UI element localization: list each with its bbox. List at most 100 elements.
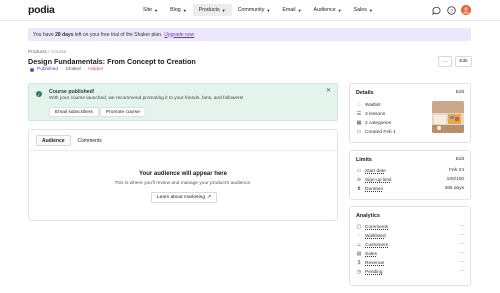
tab-bar: Audience Comments [36, 135, 107, 146]
audience-card: Audience Comments Your audience will app… [28, 129, 338, 221]
chevron-down-icon: ▼ [266, 7, 271, 13]
analytics-label: Waitlisted [365, 233, 386, 239]
chevron-down-icon: ▼ [182, 7, 187, 13]
limit-label: Duration [365, 186, 384, 192]
podia-logo[interactable]: podia [28, 4, 55, 16]
trial-banner: You have 28 days left on your free trial… [28, 28, 471, 41]
details-card: Details Edit ◌ Waitlist ☰ 3 lessons ▦ 2 cat… [349, 83, 471, 143]
nav-audience[interactable]: Audience ▼ [308, 4, 348, 16]
nav-products[interactable]: Products ▼ [192, 4, 232, 16]
avatar[interactable] [461, 5, 471, 15]
nav-sales[interactable]: Sales ▼ [348, 4, 379, 16]
limit-row-duration[interactable]: ⧗ Duration [356, 186, 383, 192]
empty-state-subtitle: This is where you'll review and manage y… [114, 181, 252, 186]
nav-blog-label: Blog [170, 7, 181, 13]
analytics-value: — [459, 269, 464, 274]
chevron-down-icon: ▼ [297, 7, 302, 13]
detail-row-waitlist: ◌ Waitlist [356, 102, 381, 108]
help-icon[interactable]: ? [446, 5, 456, 15]
trial-days: 28 days [55, 31, 74, 38]
limit-value: 365 days [444, 186, 464, 191]
nav-community[interactable]: Community ▼ [232, 4, 277, 16]
main-menu: Site ▼ Blog ▼ Products ▼ Community ▼ Email ▼ … [137, 4, 379, 16]
chat-icon[interactable] [431, 5, 441, 15]
close-icon[interactable]: ✕ [326, 87, 331, 94]
analytics-row-sales[interactable]: ▤ Sales [356, 251, 377, 257]
edit-product-button[interactable]: Edit [455, 56, 472, 67]
nav-sales-label: Sales [353, 7, 367, 13]
status-badge: Published [37, 67, 59, 72]
external-link-icon: ↗ [207, 195, 212, 200]
tab-audience[interactable]: Audience [36, 135, 71, 146]
limit-label: Sign-up limit [365, 177, 392, 183]
analytics-value: — [459, 242, 464, 247]
revenue-icon: $ [357, 260, 361, 266]
nav-email[interactable]: Email ▼ [276, 4, 307, 16]
state-label: Closed [65, 67, 81, 72]
signup-icon: ⊖ [356, 177, 362, 183]
analytics-label: Pending [365, 269, 383, 275]
nav-site-label: Site [143, 7, 153, 13]
limits-edit-button[interactable]: Edit [456, 157, 464, 162]
promote-course-button[interactable]: Promote course [100, 107, 146, 117]
detail-label: Waitlist [365, 102, 381, 108]
more-options-button[interactable]: ··· [438, 56, 452, 67]
details-title: Details [356, 90, 374, 96]
categories-icon: ▦ [356, 120, 362, 126]
banner-message: With your course launched, we recommend … [49, 96, 244, 101]
limits-card: Limits Edit ▭ Start date Feb 24 ⊖ Sign-up … [349, 150, 471, 200]
top-navigation: podia Site ▼ Blog ▼ Products ▼ Community ▼ E… [0, 0, 500, 21]
email-subscribers-button[interactable]: Email subscribers [49, 107, 99, 117]
analytics-title: Analytics [356, 213, 380, 219]
trial-suffix: left on your free trial of the Shaker pl… [74, 31, 163, 38]
svg-text:?: ? [450, 8, 453, 14]
banner-title: Course published! [49, 89, 95, 95]
nav-products-label: Products [198, 7, 220, 13]
page-title: Design Fundamentals: From Concept to Cre… [28, 57, 196, 66]
waitlist-icon: ◌ [357, 233, 361, 239]
tab-comments[interactable]: Comments [73, 135, 107, 146]
breadcrumb: Products / Course [28, 50, 66, 55]
nav-site[interactable]: Site ▼ [137, 4, 164, 16]
waitlist-icon: ◌ [357, 102, 361, 108]
analytics-value: — [459, 233, 464, 238]
detail-row-categories: ▦ 2 categories [356, 120, 392, 126]
nav-email-label: Email [282, 7, 296, 13]
learn-marketing-button[interactable]: Learn about marketing ↗ [151, 192, 218, 203]
learn-marketing-label: Learn about marketing [157, 195, 205, 200]
analytics-value: — [459, 251, 464, 256]
details-edit-button[interactable]: Edit [456, 90, 464, 95]
analytics-row-waitlisted[interactable]: ◌ Waitlisted [356, 233, 386, 239]
breadcrumb-current: Course [50, 50, 67, 55]
pending-icon: ◷ [356, 269, 362, 275]
analytics-value: — [459, 224, 464, 229]
chevron-down-icon: ▼ [221, 7, 226, 13]
course-thumbnail[interactable] [432, 101, 464, 133]
chevron-down-icon: ▼ [368, 7, 373, 13]
detail-label: 3 lessons [365, 111, 386, 117]
limit-label: Start date [365, 168, 386, 174]
nav-audience-label: Audience [313, 7, 336, 13]
analytics-row-comments[interactable]: ▢ Comments [356, 224, 389, 230]
analytics-label: Revenue [365, 260, 385, 266]
sales-icon: ▤ [356, 251, 362, 257]
detail-label: Created Feb 4 [365, 129, 396, 135]
analytics-card: Analytics ▢ Comments — ◌ Waitlisted — ☺ Cus… [349, 206, 471, 286]
published-dot-icon [30, 67, 34, 72]
nav-blog[interactable]: Blog ▼ [164, 4, 193, 16]
breadcrumb-products[interactable]: Products [28, 50, 47, 55]
visibility-label: Hidden [88, 67, 104, 72]
calendar-icon: ▭ [356, 129, 362, 135]
analytics-label: Comments [365, 224, 389, 230]
dot-separator: · [61, 67, 63, 72]
analytics-row-pending[interactable]: ◷ Pending [356, 269, 383, 275]
limit-row-start-date[interactable]: ▭ Start date [356, 168, 386, 174]
status-row: Published · Closed · Hidden [30, 67, 103, 72]
analytics-row-revenue[interactable]: $ Revenue [356, 260, 385, 266]
calendar-icon: ▭ [356, 168, 362, 174]
limit-row-signup[interactable]: ⊖ Sign-up limit [356, 177, 392, 183]
analytics-row-customers[interactable]: ☺ Customers [356, 242, 388, 248]
upgrade-link[interactable]: Upgrade now [164, 32, 194, 38]
lessons-icon: ☰ [356, 111, 362, 117]
limit-value: Feb 24 [449, 168, 464, 173]
